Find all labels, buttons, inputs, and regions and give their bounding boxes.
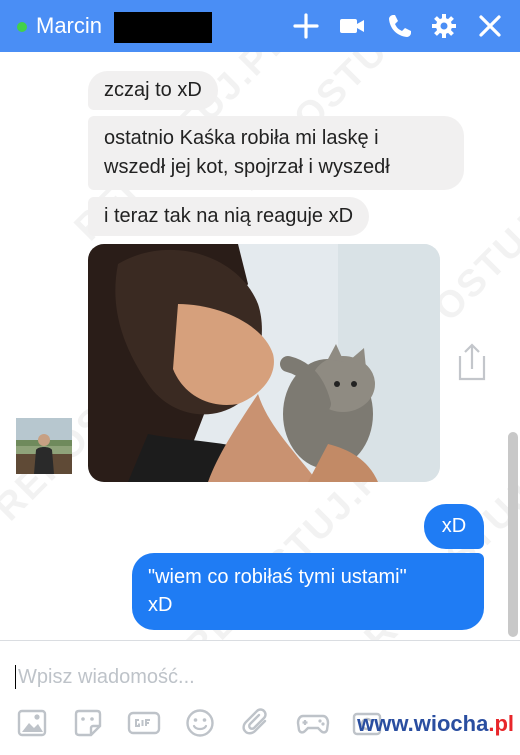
message-bubble-outgoing[interactable]: "wiem co robiłaś tymi ustami" xD: [132, 553, 484, 630]
emoji-icon[interactable]: [185, 708, 215, 738]
message-bubble-incoming[interactable]: zczaj to xD: [88, 71, 218, 110]
avatar[interactable]: [16, 418, 72, 474]
message-bubble-incoming[interactable]: i teraz tak na nią reaguje xD: [88, 197, 370, 236]
site-logo-prefix: www.wiocha: [357, 711, 489, 736]
gif-icon[interactable]: [127, 708, 161, 738]
scrollbar[interactable]: [508, 432, 518, 637]
attachment-icon[interactable]: [241, 708, 271, 738]
chat-header: Marcin: [0, 0, 520, 52]
message-line: "wiem co robiłaś tymi ustami": [148, 566, 407, 588]
video-call-icon[interactable]: [338, 12, 366, 40]
online-status-dot: [17, 22, 27, 32]
contact-name[interactable]: Marcin: [36, 13, 102, 39]
add-icon[interactable]: [292, 12, 320, 40]
message-photo[interactable]: [88, 244, 440, 482]
photo-illustration: [88, 244, 440, 482]
phone-icon[interactable]: [386, 12, 414, 40]
composer: Wpisz wiadomość... www.wiocha.pl: [0, 640, 520, 755]
site-logo-suffix: .pl: [488, 711, 514, 736]
gear-icon[interactable]: [430, 12, 458, 40]
text-caret: [15, 665, 16, 689]
message-input[interactable]: Wpisz wiadomość...: [18, 665, 195, 689]
game-icon[interactable]: [296, 708, 330, 738]
message-bubble-incoming[interactable]: ostatnio Kaśka robiła mi laskę i wszedł …: [88, 116, 464, 190]
message-line: ostatnio Kaśka robiła mi laskę i: [104, 127, 379, 149]
message-line: wszedł jej kot, spojrzał i wyszedł: [104, 156, 390, 178]
redacted-surname: [114, 12, 212, 43]
message-line: xD: [148, 594, 173, 616]
sticker-icon[interactable]: [73, 708, 103, 738]
message-thread[interactable]: REPOSTUJ.PL REPOSTUJ.PL REPOSTUJ.PL REPO…: [0, 52, 520, 640]
image-icon[interactable]: [17, 708, 47, 738]
share-icon[interactable]: [456, 342, 488, 382]
site-logo: www.wiocha.pl: [357, 711, 514, 737]
avatar-photo: [16, 418, 72, 474]
message-bubble-outgoing[interactable]: xD: [424, 504, 484, 549]
close-icon[interactable]: [476, 12, 504, 40]
